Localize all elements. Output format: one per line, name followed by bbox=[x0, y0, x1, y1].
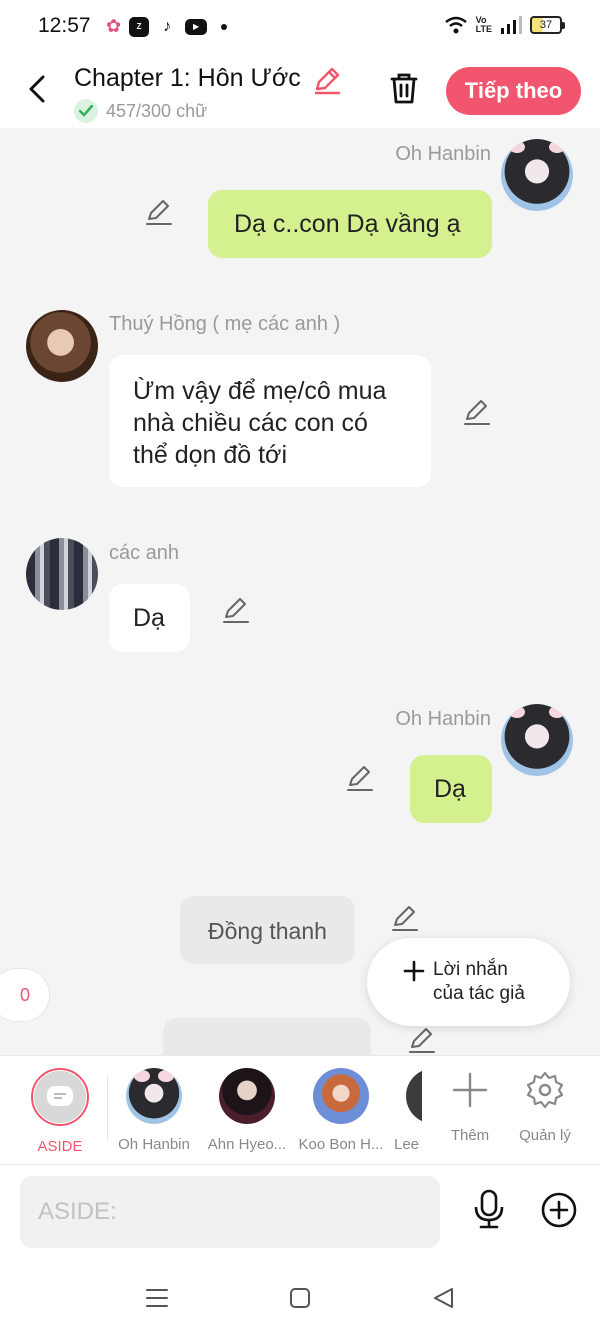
add-circle-icon[interactable] bbox=[540, 1191, 578, 1229]
sender-name: Oh Hanbin bbox=[395, 708, 491, 730]
word-count-text: 457/300 chữ bbox=[106, 100, 208, 121]
character-name: ASIDE bbox=[37, 1138, 83, 1155]
avatar[interactable] bbox=[26, 538, 98, 610]
avatar[interactable] bbox=[501, 704, 573, 776]
character-ahn-hyeo[interactable]: Ahn Hyeo... bbox=[202, 1068, 292, 1153]
character-avatar bbox=[406, 1068, 422, 1124]
volte-icon: Vo LTE bbox=[475, 15, 492, 34]
character-lee[interactable]: Lee bbox=[390, 1068, 422, 1153]
character-name: Lee bbox=[394, 1136, 420, 1153]
chevron-left-icon bbox=[29, 75, 45, 103]
status-time: 12:57 bbox=[38, 14, 91, 37]
photos-icon: ✿ bbox=[106, 16, 122, 36]
next-button[interactable]: Tiếp theo bbox=[446, 67, 581, 115]
composer bbox=[0, 1165, 600, 1260]
character-oh-hanbin[interactable]: Oh Hanbin bbox=[109, 1068, 199, 1153]
zalo-icon: Z bbox=[129, 16, 150, 37]
aside-bubble[interactable] bbox=[163, 1018, 371, 1055]
chat-area[interactable]: Oh Hanbin Dạ c..con Dạ vầng ạ Thuý Hồng … bbox=[0, 128, 600, 1055]
character-name: Ahn Hyeo... bbox=[207, 1136, 287, 1153]
gear-icon bbox=[526, 1071, 564, 1109]
message-bubble[interactable]: Dạ c..con Dạ vầng ạ bbox=[208, 190, 492, 258]
add-character-button[interactable]: Thêm bbox=[435, 1070, 505, 1144]
signal-icon bbox=[501, 16, 522, 34]
battery-icon: 37 bbox=[530, 16, 565, 34]
count-badge[interactable]: 0 bbox=[0, 968, 50, 1022]
edit-message-icon[interactable] bbox=[144, 198, 174, 228]
manage-button[interactable]: Quản lý bbox=[510, 1070, 580, 1144]
message-bubble[interactable]: Dạ bbox=[410, 755, 492, 823]
character-avatar bbox=[126, 1068, 182, 1124]
header: Chapter 1: Hôn Ước 457/300 chữ Tiếp theo bbox=[0, 52, 600, 128]
character-avatar bbox=[219, 1068, 275, 1124]
sender-name: Oh Hanbin bbox=[395, 143, 491, 165]
home-icon[interactable] bbox=[286, 1284, 314, 1312]
back-triangle-icon[interactable] bbox=[430, 1284, 458, 1312]
wifi-icon bbox=[444, 16, 467, 34]
manage-label: Quản lý bbox=[519, 1127, 571, 1144]
word-count: 457/300 chữ bbox=[74, 99, 207, 123]
plus-icon bbox=[403, 960, 425, 982]
sender-name: Thuý Hồng ( mẹ các anh ) bbox=[109, 313, 341, 335]
aside-avatar bbox=[31, 1068, 89, 1126]
status-bar: 12:57 ✿ Z ♪ ▶ Vo LTE 37 bbox=[0, 0, 600, 52]
edit-message-icon[interactable] bbox=[462, 398, 492, 428]
edit-message-icon[interactable] bbox=[345, 764, 375, 794]
trash-icon[interactable] bbox=[386, 70, 422, 106]
character-name: Koo Bon H... bbox=[298, 1136, 384, 1153]
message-bubble[interactable]: Dạ bbox=[109, 584, 190, 652]
avatar[interactable] bbox=[26, 310, 98, 382]
message-input[interactable] bbox=[20, 1176, 440, 1248]
youtube-icon: ▶ bbox=[185, 18, 208, 35]
character-aside[interactable]: ASIDE bbox=[15, 1068, 105, 1155]
character-koo-bon[interactable]: Koo Bon H... bbox=[296, 1068, 386, 1153]
tiktok-icon: ♪ bbox=[157, 16, 178, 37]
back-button[interactable] bbox=[22, 74, 52, 104]
status-indicators: Vo LTE 37 bbox=[444, 15, 565, 35]
plus-icon bbox=[452, 1072, 488, 1108]
edit-message-icon[interactable] bbox=[407, 1026, 437, 1055]
menu-icon[interactable] bbox=[143, 1284, 171, 1312]
chat-bubble-icon bbox=[47, 1086, 73, 1106]
author-note-button[interactable]: Lời nhắn của tác giả bbox=[367, 938, 570, 1026]
edit-message-icon[interactable] bbox=[221, 596, 251, 626]
message-bubble[interactable]: Ừm vậy để mẹ/cô mua nhà chiều các con có… bbox=[109, 355, 431, 487]
author-note-label: Lời nhắn của tác giả bbox=[433, 959, 525, 1004]
avatar[interactable] bbox=[501, 139, 573, 211]
divider bbox=[107, 1076, 108, 1140]
aside-bubble[interactable]: Đồng thanh bbox=[180, 896, 355, 964]
status-app-icons: ✿ Z ♪ ▶ bbox=[106, 16, 228, 37]
microphone-icon[interactable] bbox=[470, 1189, 508, 1229]
character-avatar bbox=[313, 1068, 369, 1124]
character-bar: ASIDE Oh Hanbin Ahn Hyeo... Koo Bon H...… bbox=[0, 1055, 600, 1165]
check-icon bbox=[74, 99, 98, 123]
add-label: Thêm bbox=[450, 1127, 490, 1144]
sender-name: các anh bbox=[109, 542, 180, 564]
dot-icon bbox=[221, 23, 228, 30]
chapter-title[interactable]: Chapter 1: Hôn Ước bbox=[74, 64, 301, 93]
edit-title-icon[interactable] bbox=[312, 65, 342, 95]
system-nav-bar bbox=[0, 1260, 600, 1333]
character-name: Oh Hanbin bbox=[118, 1136, 190, 1153]
edit-message-icon[interactable] bbox=[390, 904, 420, 934]
